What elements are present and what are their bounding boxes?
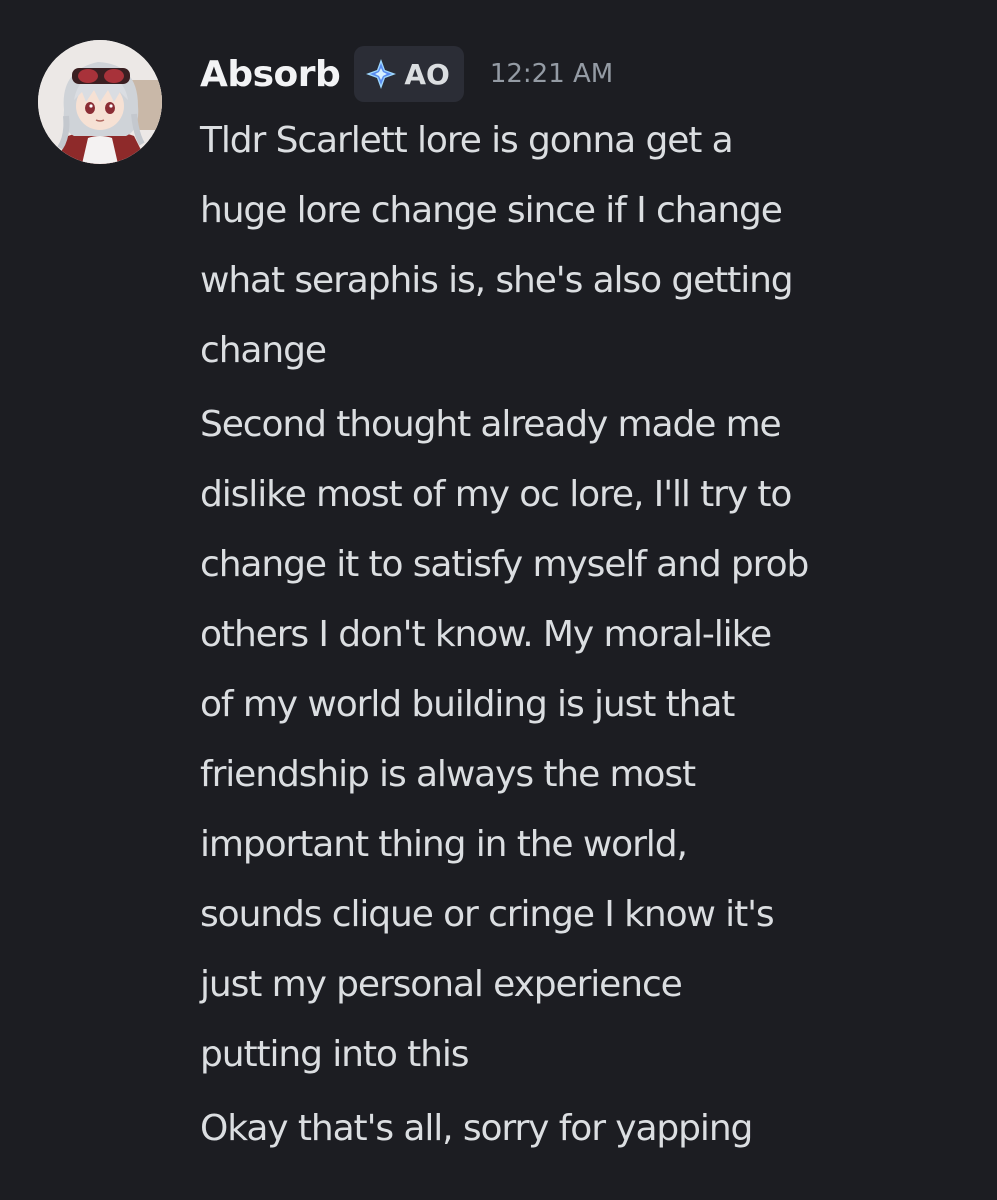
- user-avatar[interactable]: [38, 40, 162, 164]
- message-content[interactable]: Tldr Scarlett lore is gonna get a huge l…: [200, 106, 970, 386]
- message-header: Absorb AO 12:21 AM: [200, 44, 613, 104]
- avatar-illustration: [38, 40, 162, 164]
- message-timestamp[interactable]: 12:21 AM: [490, 59, 613, 89]
- sparkle-diamond-icon: [364, 57, 398, 91]
- username[interactable]: Absorb: [200, 54, 341, 95]
- message-content[interactable]: Okay that's all, sorry for yapping: [200, 1094, 970, 1164]
- message-group: Absorb AO 12:21 AM Tldr Scarlett lore is…: [0, 0, 997, 1200]
- message-content[interactable]: Second thought already made me dislike m…: [200, 390, 970, 1090]
- server-tag-badge[interactable]: AO: [354, 46, 464, 102]
- server-tag-label: AO: [404, 57, 450, 91]
- message-list: Tldr Scarlett lore is gonna get a huge l…: [200, 106, 970, 1168]
